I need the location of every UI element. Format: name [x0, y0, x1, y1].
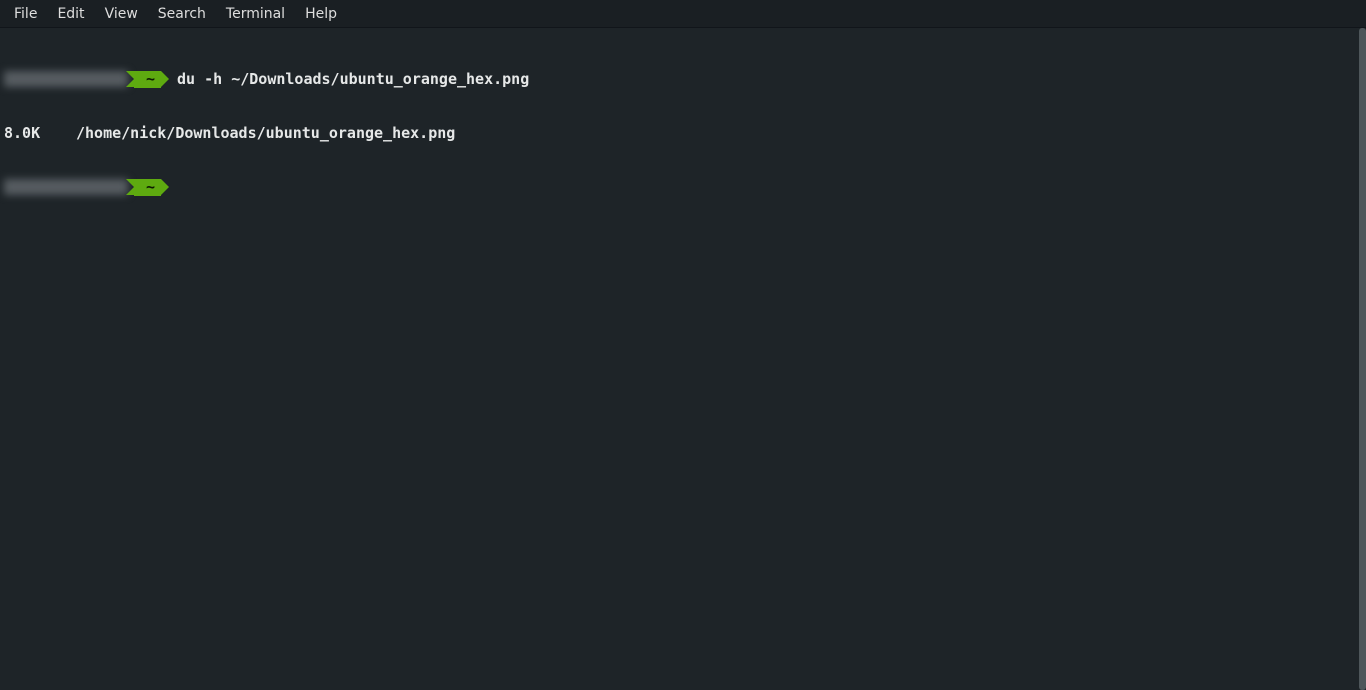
scrollbar-thumb[interactable] — [1359, 28, 1366, 690]
prompt-line: ~ — [4, 178, 1366, 196]
host-segment-blurred — [4, 179, 128, 195]
menu-help[interactable]: Help — [295, 3, 347, 25]
cwd-tag: ~ — [134, 71, 161, 88]
terminal-text[interactable]: ~ du -h ~/Downloads/ubuntu_orange_hex.pn… — [0, 28, 1366, 232]
command-text: du -h ~/Downloads/ubuntu_orange_hex.png — [177, 70, 529, 88]
output-size: 8.0K — [4, 124, 76, 142]
menu-terminal[interactable]: Terminal — [216, 3, 295, 25]
output-path: /home/nick/Downloads/ubuntu_orange_hex.p… — [76, 124, 455, 142]
menu-view[interactable]: View — [95, 3, 148, 25]
terminal-area[interactable]: ~ du -h ~/Downloads/ubuntu_orange_hex.pn… — [0, 28, 1366, 690]
menu-search[interactable]: Search — [148, 3, 216, 25]
output-line: 8.0K /home/nick/Downloads/ubuntu_orange_… — [4, 124, 1366, 142]
menu-edit[interactable]: Edit — [47, 3, 94, 25]
menu-file[interactable]: File — [4, 3, 47, 25]
cwd-tag: ~ — [134, 179, 161, 196]
scrollbar-track[interactable] — [1358, 28, 1366, 690]
command-line: ~ du -h ~/Downloads/ubuntu_orange_hex.pn… — [4, 70, 1366, 88]
host-segment-blurred — [4, 71, 128, 87]
menubar: File Edit View Search Terminal Help — [0, 0, 1366, 28]
